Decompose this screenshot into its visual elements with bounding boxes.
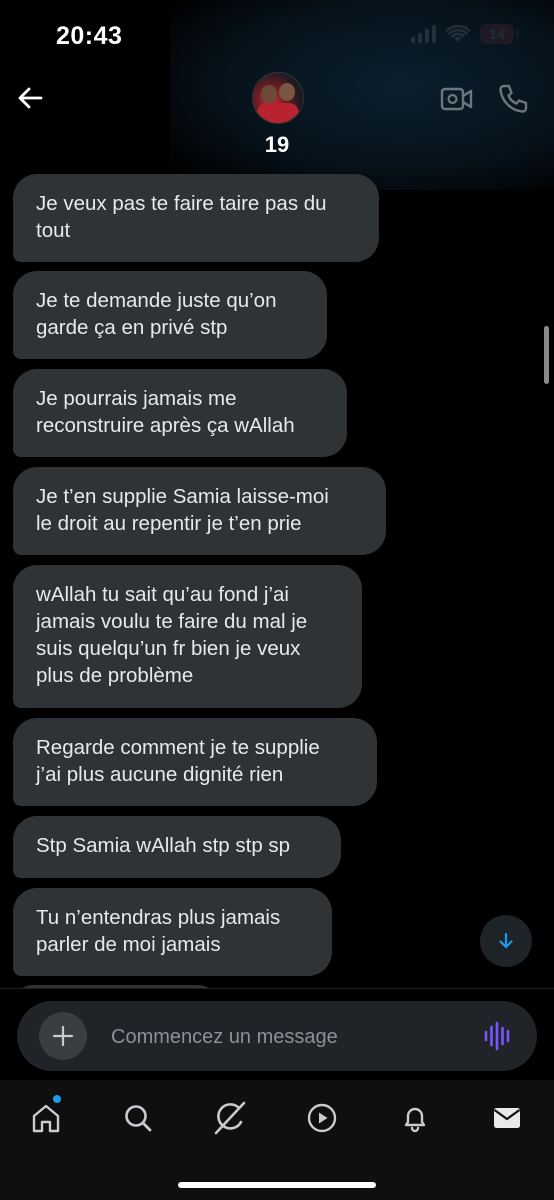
tab-notifications[interactable] [395, 1098, 435, 1138]
tab-search[interactable] [118, 1098, 158, 1138]
voice-waveform-icon [484, 1021, 510, 1051]
bell-icon [404, 1107, 426, 1133]
add-attachment-button[interactable] [39, 1012, 87, 1060]
arrow-left-icon [18, 87, 43, 109]
message-bubble[interactable]: Tu n’entendras plus jamais parler de moi… [13, 888, 332, 976]
tab-video[interactable] [302, 1098, 342, 1138]
message-composer [17, 1001, 537, 1071]
message-bubble[interactable]: Je te demande juste qu’on garde ça en pr… [13, 271, 327, 359]
video-camera-icon [440, 87, 473, 111]
plus-icon [52, 1025, 74, 1047]
message-bubble[interactable]: wAllah tu sait qu’au fond j’ai jamais vo… [13, 565, 362, 708]
arrow-down-icon [499, 932, 513, 949]
scrollbar[interactable] [544, 326, 549, 384]
grok-icon [214, 1101, 246, 1135]
conversation-title[interactable]: 19 [0, 132, 554, 158]
conversation-header: 19 [0, 0, 554, 190]
back-button[interactable] [14, 82, 46, 114]
status-time: 20:43 [56, 22, 123, 50]
home-icon [32, 1104, 60, 1133]
message-bubble[interactable]: Stp Samia wAllah stp stp sp [13, 816, 341, 878]
tab-grok[interactable] [210, 1098, 250, 1138]
mail-icon [493, 1108, 521, 1128]
message-bubble[interactable]: Regarde comment je te supplie j’ai plus … [13, 718, 377, 806]
message-list[interactable]: Je veux pas te faire taire pas du tout J… [0, 170, 554, 990]
phone-icon [499, 84, 528, 113]
message-bubble[interactable]: Je t’en supplie Samia laisse-moi le droi… [13, 467, 386, 555]
notification-dot [53, 1095, 61, 1103]
voice-message-button[interactable] [483, 1021, 513, 1051]
message-bubble[interactable]: Je pourrais jamais me reconstruire après… [13, 369, 347, 457]
search-icon [125, 1105, 152, 1132]
message-input[interactable] [109, 1017, 453, 1057]
message-bubble[interactable]: Je veux pas te faire taire pas du tout [13, 174, 379, 262]
scroll-to-bottom-button[interactable] [480, 915, 532, 967]
avatar[interactable] [252, 72, 304, 124]
voice-call-button[interactable] [496, 82, 530, 116]
composer-area [0, 988, 554, 1081]
tab-home[interactable] [26, 1098, 66, 1138]
play-icon [307, 1103, 337, 1133]
home-indicator[interactable] [178, 1182, 376, 1188]
video-call-button[interactable] [440, 84, 474, 114]
tab-messages[interactable] [487, 1098, 527, 1138]
